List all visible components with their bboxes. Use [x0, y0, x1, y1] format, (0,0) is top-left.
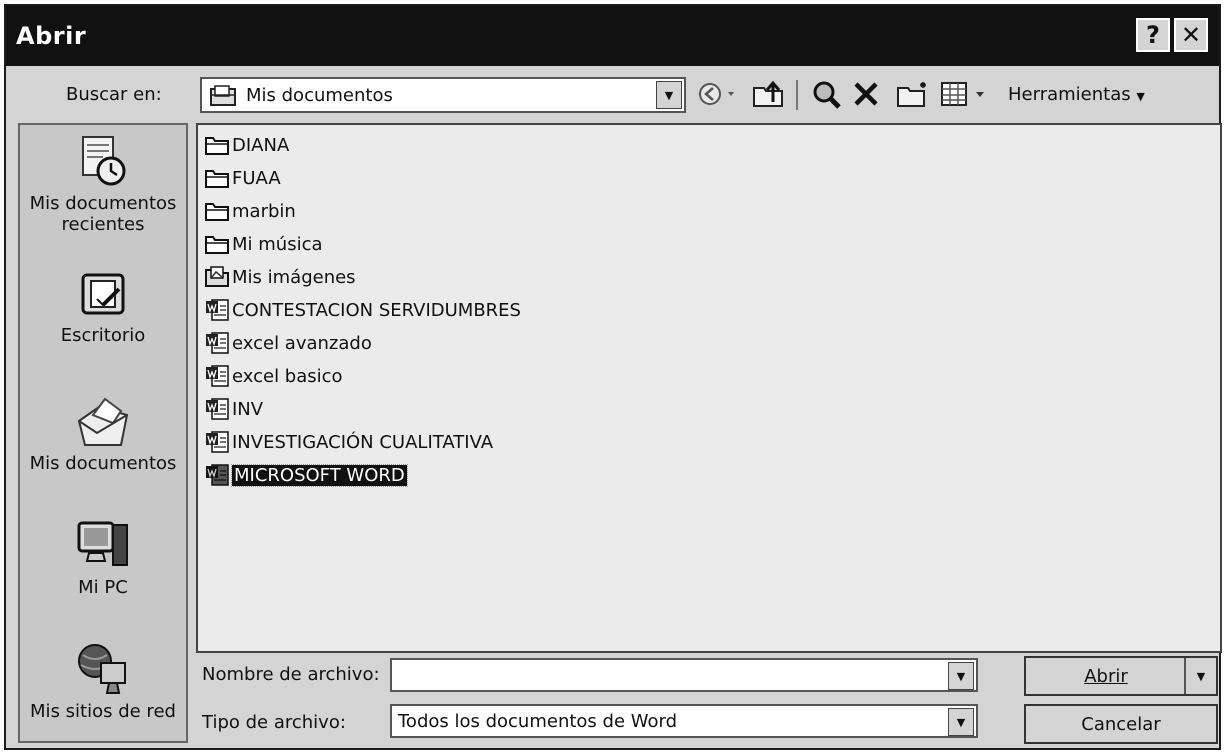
chevron-down-icon: ▼	[1136, 90, 1145, 103]
filename-label: Nombre de archivo:	[202, 664, 380, 685]
filename-input[interactable]: ▼	[390, 658, 978, 692]
network-places-icon	[78, 644, 126, 694]
file-name: FUAA	[232, 167, 281, 189]
file-name: INVESTIGACIÓN CUALITATIVA	[232, 431, 494, 453]
place-label-line2: recientes	[61, 214, 145, 235]
my-documents-icon	[77, 397, 129, 446]
new-folder-icon[interactable]	[896, 80, 930, 108]
list-item[interactable]: marbin	[204, 197, 296, 225]
folder-icon	[205, 203, 229, 221]
chevron-down-icon: ▼	[1196, 669, 1206, 683]
filename-dropdown-button[interactable]: ▼	[948, 662, 974, 690]
list-item[interactable]: Mis imágenes	[204, 263, 356, 291]
word-document-icon	[206, 332, 229, 354]
views-icon[interactable]	[940, 80, 988, 108]
list-item[interactable]: INV	[204, 395, 263, 423]
file-name: CONTESTACION SERVIDUMBRES	[232, 299, 521, 321]
file-name: DIANA	[232, 134, 290, 156]
word-document-icon	[206, 299, 229, 321]
help-icon: ?	[1146, 21, 1160, 49]
place-label: Mis sitios de red	[30, 701, 176, 722]
place-label: Mis documentos	[29, 453, 177, 474]
toolbar-separator	[796, 80, 798, 110]
cancel-button-label: Cancelar	[1081, 713, 1161, 735]
open-dialog: Abrir ? ✕ Buscar en: Mis documentos ▼ He…	[4, 4, 1222, 750]
lookin-dropdown-button[interactable]: ▼	[656, 81, 682, 109]
place-desktop[interactable]: Escritorio	[20, 265, 186, 346]
file-name: marbin	[232, 200, 296, 222]
folder-icon	[205, 137, 229, 155]
chevron-down-icon: ▼	[956, 669, 966, 683]
place-network-places[interactable]: Mis sitios de red	[20, 641, 186, 722]
place-label: Escritorio	[60, 325, 146, 346]
file-name: Mis imágenes	[232, 266, 356, 288]
places-bar: Mis documentos recientes Escritorio Mis …	[18, 123, 188, 743]
file-name: excel basico	[232, 365, 343, 387]
list-item[interactable]: excel basico	[204, 362, 343, 390]
folder-icon	[205, 170, 229, 188]
filetype-value: Todos los documentos de Word	[398, 711, 678, 732]
lookin-label: Buscar en:	[66, 84, 162, 105]
cancel-button[interactable]: Cancelar	[1024, 704, 1218, 744]
tools-menu-label: Herramientas	[1008, 84, 1131, 105]
filetype-dropdown-button[interactable]: ▼	[948, 708, 974, 736]
lookin-value: Mis documentos	[246, 85, 393, 106]
file-name: excel avanzado	[232, 332, 372, 354]
lookin-combo[interactable]: Mis documentos ▼	[200, 77, 686, 113]
place-recent-documents[interactable]: Mis documentos recientes	[20, 133, 186, 235]
tools-menu[interactable]: Herramientas ▼	[1008, 84, 1145, 105]
list-item[interactable]: FUAA	[204, 164, 281, 192]
file-name: MICROSOFT WORD	[231, 463, 408, 487]
desktop-icon	[81, 273, 125, 315]
help-button[interactable]: ?	[1136, 18, 1170, 52]
word-document-icon	[206, 464, 229, 486]
title-bar[interactable]: Abrir ? ✕	[6, 6, 1219, 66]
list-item[interactable]: excel avanzado	[204, 329, 372, 357]
search-web-icon[interactable]	[812, 80, 842, 110]
place-label: Mis documentos	[29, 193, 177, 214]
chevron-down-icon: ▼	[956, 715, 966, 729]
word-document-icon	[206, 431, 229, 453]
place-my-computer[interactable]: Mi PC	[20, 517, 186, 598]
list-item-selected[interactable]: MICROSOFT WORD	[204, 461, 408, 489]
list-item[interactable]: CONTESTACION SERVIDUMBRES	[204, 296, 521, 324]
place-label: Mi PC	[78, 577, 128, 598]
list-item[interactable]: DIANA	[204, 131, 289, 159]
open-button-label: Abrir	[1084, 665, 1128, 687]
my-computer-icon	[77, 521, 128, 566]
up-folder-icon[interactable]	[752, 80, 786, 108]
chevron-down-icon: ▼	[664, 88, 674, 102]
open-options-button[interactable]: ▼	[1184, 658, 1216, 694]
my-documents-small-icon	[210, 85, 236, 106]
close-icon: ✕	[1180, 21, 1202, 49]
list-item[interactable]: Mi música	[204, 230, 323, 258]
filetype-label: Tipo de archivo:	[202, 712, 346, 733]
place-my-documents[interactable]: Mis documentos	[20, 393, 186, 474]
open-button[interactable]: Abrir ▼	[1024, 656, 1218, 696]
folder-icon	[205, 236, 229, 254]
toolbar: Buscar en: Mis documentos ▼ Herramientas…	[6, 66, 1219, 122]
word-document-icon	[206, 365, 229, 387]
list-item[interactable]: INVESTIGACIÓN CUALITATIVA	[204, 428, 493, 456]
dialog-title: Abrir	[16, 22, 87, 50]
file-list[interactable]: DIANA FUAA marbin Mi música Mis imágenes…	[196, 123, 1222, 653]
filetype-select[interactable]: Todos los documentos de Word ▼	[390, 704, 978, 738]
close-button[interactable]: ✕	[1174, 18, 1208, 52]
pictures-folder-icon	[205, 266, 229, 287]
file-name: Mi música	[232, 233, 323, 255]
delete-icon[interactable]	[852, 80, 880, 108]
word-document-icon	[206, 398, 229, 420]
file-name: INV	[232, 398, 264, 420]
back-icon[interactable]	[698, 80, 738, 108]
recent-documents-icon	[82, 136, 126, 186]
